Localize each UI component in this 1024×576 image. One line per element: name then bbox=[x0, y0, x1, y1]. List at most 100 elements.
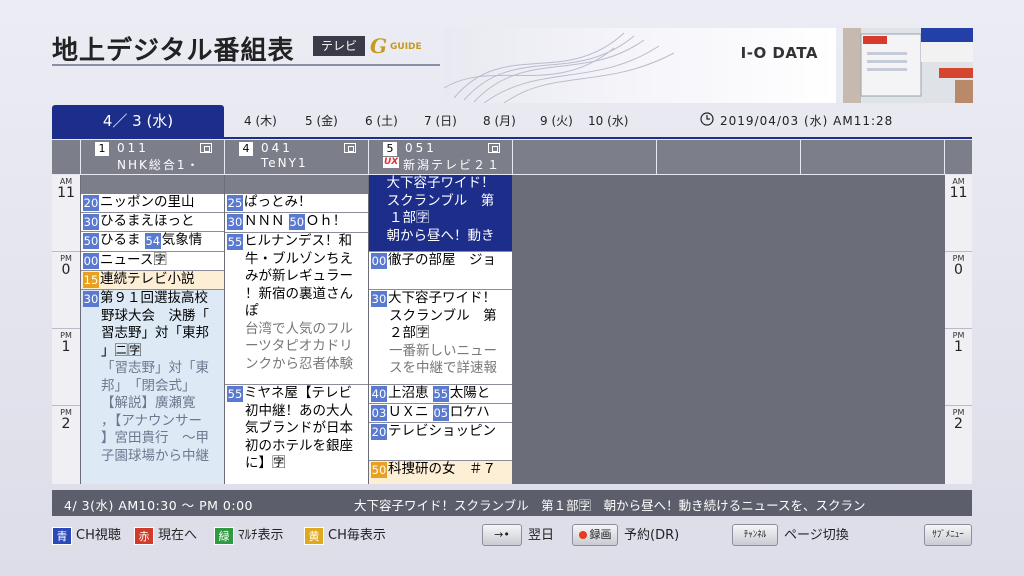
program-cell[interactable]: 03 ＵＸニ 05 ロケハ bbox=[369, 404, 512, 423]
hour-cell: PM 1 bbox=[945, 329, 972, 406]
red-key-icon[interactable]: 赤 bbox=[134, 527, 154, 545]
tv-preview-image bbox=[843, 28, 973, 103]
program-desc-line: 一番新しいニュー bbox=[389, 342, 497, 359]
program-cell[interactable]: 00 ニュース🈑 bbox=[81, 252, 224, 271]
program-cell[interactable]: 30 大下容子ワイド！ スクランブル 第 ２部🈑 一番新しいニュー スを中継で詳速… bbox=[369, 290, 512, 385]
blue-key-icon[interactable]: 青 bbox=[52, 527, 72, 545]
program-title-line: みが新レギュラー bbox=[245, 268, 353, 284]
program-cell[interactable]: 30 第９１回選抜高校 野球大会 決勝「 習志野」対「東邦 」🈔🈑 「習志野」対「… bbox=[81, 290, 224, 484]
tv-badge: テレビ bbox=[313, 36, 365, 56]
program-cell[interactable]: 55 ヒルナンデス！和 牛・ブルゾンちえ みが新レギュラー ！新宿の裏道さん ぽ … bbox=[225, 233, 368, 385]
ux-logo-icon: UX bbox=[383, 157, 400, 168]
date-tab[interactable]: 4 (木) bbox=[244, 112, 277, 129]
ad-banner: I-O DATA bbox=[444, 28, 836, 103]
program-cell[interactable]: 00 徹子の部屋 ジョ bbox=[369, 252, 512, 290]
program-cell[interactable]: 15 連続テレビ小説 bbox=[81, 271, 224, 290]
hour-number: 0 bbox=[954, 262, 963, 278]
program-title: 連続テレビ小説 bbox=[100, 271, 195, 287]
program-title: ニュース🈑 bbox=[100, 252, 167, 268]
program-cell[interactable]: 50 科捜研の女 ＃７ bbox=[369, 461, 512, 484]
program-desc-line: 「習志野」対「東 bbox=[101, 360, 209, 376]
program-cell[interactable]: 25 ぱっとみ！ bbox=[225, 194, 368, 213]
hour-number: 1 bbox=[954, 339, 963, 355]
program-cell[interactable]: 20 テレビショッピン bbox=[369, 423, 512, 461]
program-desc-line: ，【アナウンサー bbox=[101, 412, 202, 429]
program-minute: 55 bbox=[227, 234, 243, 250]
channel-header-empty bbox=[801, 140, 944, 174]
program-minute: 03 bbox=[371, 405, 387, 421]
program-cell[interactable]: 30 ひるまえほっと bbox=[81, 213, 224, 232]
next-day-button[interactable]: →• bbox=[482, 524, 522, 546]
channel-page-button[interactable]: ﾁｬﾝﾈﾙ bbox=[732, 524, 778, 546]
program-title-line: 初中継！あの大人 bbox=[245, 402, 353, 419]
channel-header-ux[interactable]: 5 051 UX 新潟テレビ２１ bbox=[369, 140, 512, 174]
program-title: テレビショッピン bbox=[388, 423, 496, 439]
date-tab-underline bbox=[52, 137, 972, 139]
green-key-icon[interactable]: 緑 bbox=[214, 527, 234, 545]
green-key-label: ﾏﾙﾁ表示 bbox=[238, 528, 284, 543]
program-cell[interactable]: 20 ニッポンの里山 bbox=[81, 194, 224, 213]
program-minute: 25 bbox=[227, 195, 243, 211]
channel-code: 051 bbox=[405, 141, 437, 155]
program-title: Ｏｈ！ bbox=[305, 213, 347, 229]
channel-column-ux: 大下容子ワイド！ スクランブル 第 １部🈑 朝から昼へ！動き 00 徹子の部屋 ジ… bbox=[369, 175, 512, 484]
date-tab[interactable]: 8 (月) bbox=[483, 112, 516, 129]
program-title-line: ２部🈑 bbox=[389, 325, 430, 341]
program-minute: 00 bbox=[83, 253, 99, 269]
tv-preview-thumbnail[interactable] bbox=[843, 28, 973, 103]
program-minute: 30 bbox=[83, 291, 99, 307]
program-minute: 30 bbox=[227, 214, 243, 230]
program-minute: 55 bbox=[227, 386, 243, 402]
date-tab[interactable]: 10 (水) bbox=[588, 112, 628, 129]
program-title: ミヤネ屋【テレビ bbox=[244, 385, 352, 401]
submenu-button[interactable]: ｻﾌﾞﾒﾆｭｰ bbox=[924, 524, 972, 546]
record-button[interactable]: 録画 bbox=[572, 524, 618, 546]
hour-number: 11 bbox=[57, 185, 75, 201]
hour-column-right: AM 11 PM 0 PM 1 PM 2 bbox=[945, 175, 972, 484]
date-tab[interactable]: 6 (土) bbox=[365, 112, 398, 129]
program-cell-selected[interactable]: 大下容子ワイド！ スクランブル 第 １部🈑 朝から昼へ！動き bbox=[369, 175, 512, 252]
date-tab[interactable]: 9 (火) bbox=[540, 112, 573, 129]
program-title-line: スクランブル 第 bbox=[386, 192, 495, 209]
program-title-line: 野球大会 決勝「 bbox=[101, 307, 209, 324]
program-title: ヒルナンデス！和 bbox=[244, 233, 352, 249]
channel-column-teny: 25 ぱっとみ！ 30 ＮＮＮ 50 Ｏｈ！ 55 ヒルナンデス！和 牛・ブルゾンちえ … bbox=[225, 175, 368, 484]
program-cell[interactable]: 50 ひるま 54 気象情 bbox=[81, 232, 224, 252]
program-title: 上沼恵 bbox=[388, 385, 429, 401]
program-minute: 20 bbox=[83, 195, 99, 211]
channel-header-nhk[interactable]: 1 011 NHK総合1・ bbox=[81, 140, 224, 174]
program-title: 徹子の部屋 ジョ bbox=[388, 252, 496, 268]
gguide-logo-text: GUIDE bbox=[390, 42, 422, 52]
program-desc-line: ーツタピオカドリ bbox=[245, 338, 353, 354]
program-title-line: 習志野」対「東邦 bbox=[101, 325, 209, 341]
program-cell[interactable]: 30 ＮＮＮ 50 Ｏｈ！ bbox=[225, 213, 368, 233]
program-title: ニッポンの里山 bbox=[100, 194, 195, 210]
program-minute: 30 bbox=[371, 291, 387, 307]
date-tab[interactable]: 5 (金) bbox=[305, 112, 338, 129]
program-desc-line: ンクから忍者体験 bbox=[245, 355, 353, 372]
hour-cell: PM 2 bbox=[52, 406, 80, 483]
program-minute: 05 bbox=[432, 405, 449, 421]
channel-column-empty bbox=[657, 175, 800, 484]
io-data-logo: I-O DATA bbox=[740, 44, 818, 62]
program-title-line: １部🈑 bbox=[389, 210, 430, 226]
program-title-line: 牛・ブルゾンちえ bbox=[245, 250, 353, 267]
yellow-key-icon[interactable]: 黄 bbox=[304, 527, 324, 545]
program-cell[interactable]: 55 ミヤネ屋【テレビ 初中継！あの大人 気ブランドが日本 初のホテルを銀座 に】… bbox=[225, 385, 368, 484]
hour-cell: AM 11 bbox=[52, 175, 80, 252]
date-tab-active[interactable]: 4／ 3 (水) bbox=[52, 105, 224, 138]
program-cell[interactable]: 40 上沼恵 55 太陽と bbox=[369, 385, 512, 404]
program-title-line: 初のホテルを銀座 bbox=[245, 437, 353, 454]
hour-cell: PM 1 bbox=[52, 329, 80, 406]
program-title-line: ！新宿の裏道さん bbox=[245, 285, 353, 302]
program-title-line: 朝から昼へ！動き bbox=[386, 227, 495, 244]
banner-swirl-graphic bbox=[444, 32, 675, 103]
channel-header-teny[interactable]: 4 041 TeNY1 bbox=[225, 140, 368, 174]
program-desc-line: スを中継で詳速報 bbox=[389, 360, 497, 376]
date-tab[interactable]: 7 (日) bbox=[424, 112, 457, 129]
channel-number: 5 bbox=[383, 142, 397, 156]
program-title-line: ぽ bbox=[245, 303, 259, 319]
channel-name: TeNY1 bbox=[261, 156, 308, 170]
program-minute: 54 bbox=[144, 233, 161, 249]
program-minute: 30 bbox=[83, 214, 99, 230]
